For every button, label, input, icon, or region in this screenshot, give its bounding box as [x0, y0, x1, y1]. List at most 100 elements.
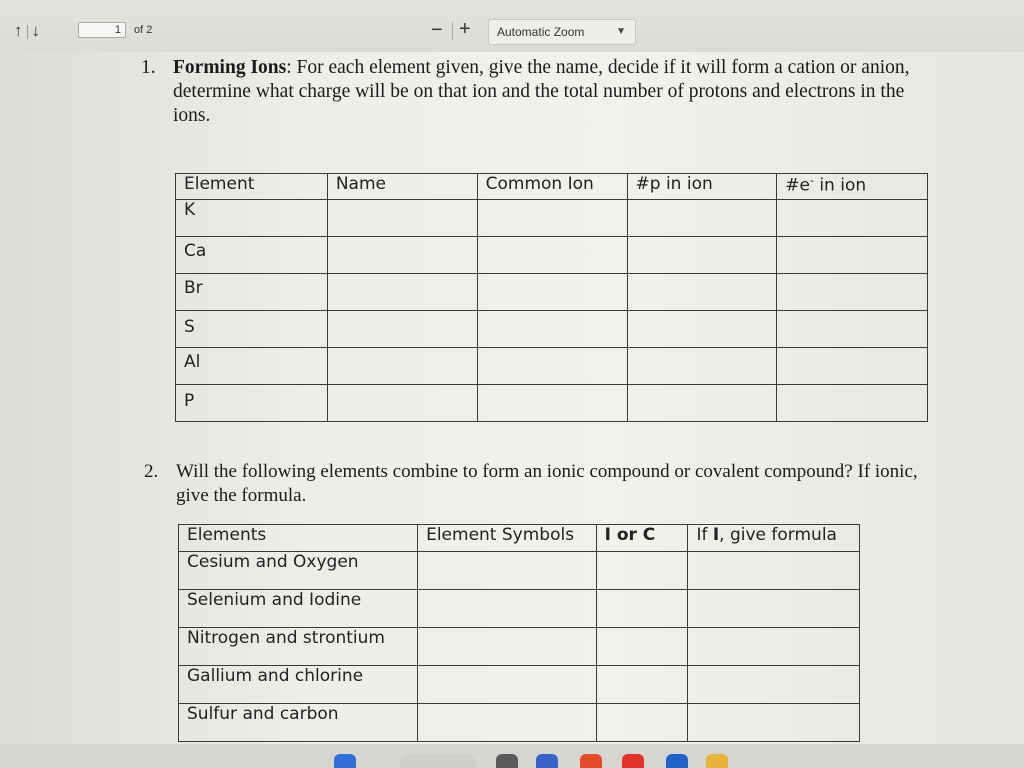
blank-cell[interactable]	[476, 310, 628, 348]
task-view-icon[interactable]	[496, 754, 518, 768]
header-formula: If I, give formula	[687, 524, 860, 552]
browser-icon[interactable]	[622, 754, 644, 768]
table-row: P	[175, 384, 928, 422]
app-icon[interactable]	[536, 754, 558, 768]
blank-cell[interactable]	[476, 236, 628, 274]
blank-cell[interactable]	[595, 703, 689, 742]
elements-cell: Sulfur and carbon	[177, 703, 419, 742]
blank-cell[interactable]	[326, 310, 478, 348]
blank-cell[interactable]	[626, 347, 778, 385]
blank-cell[interactable]	[476, 199, 628, 237]
table-row: Br	[175, 273, 928, 311]
question-1-title: Forming Ions	[173, 57, 287, 78]
element-cell: K	[175, 199, 328, 237]
nav-divider	[26, 24, 28, 39]
question-2-number: 2.	[144, 461, 159, 482]
zoom-select-value: Automatic Zoom	[497, 25, 585, 39]
elements-cell: Selenium and Iodine	[177, 589, 419, 628]
table-header-row: Elements Element Symbols I or C If I, gi…	[177, 524, 860, 552]
chrome-icon[interactable]	[580, 754, 602, 768]
question-2-text: Will the following elements combine to f…	[176, 461, 918, 506]
table-row: Nitrogen and strontium	[177, 627, 860, 666]
blank-cell[interactable]	[626, 384, 778, 422]
elements-cell: Gallium and chlorine	[177, 665, 419, 704]
blank-cell[interactable]	[476, 384, 628, 422]
header-formula-suffix: , give formula	[719, 525, 837, 545]
blank-cell[interactable]	[595, 551, 689, 590]
blank-cell[interactable]	[776, 310, 928, 348]
blank-cell[interactable]	[687, 703, 860, 742]
blank-cell[interactable]	[417, 627, 597, 666]
zoom-divider	[452, 22, 453, 40]
blank-cell[interactable]	[626, 236, 778, 274]
header-name: Name	[326, 173, 478, 200]
blank-cell[interactable]	[776, 347, 928, 385]
blank-cell[interactable]	[326, 384, 478, 422]
pdf-toolbar: ↑ ↓ 1 of 2 − + Automatic Zoom ▼	[0, 0, 1024, 53]
blank-cell[interactable]	[687, 665, 860, 704]
question-1-text: Forming Ions: For each element given, gi…	[173, 56, 921, 128]
elements-cell: Cesium and Oxygen	[177, 551, 419, 590]
blank-cell[interactable]	[476, 347, 628, 385]
question-2: 2. Will the following elements combine t…	[144, 460, 934, 508]
blank-cell[interactable]	[626, 310, 778, 348]
blank-cell[interactable]	[776, 384, 928, 422]
blank-cell[interactable]	[595, 589, 689, 628]
table-row: Gallium and chlorine	[177, 665, 860, 704]
blank-cell[interactable]	[687, 551, 860, 590]
zoom-out-button[interactable]: −	[431, 20, 443, 40]
blank-cell[interactable]	[626, 199, 778, 237]
start-icon[interactable]	[334, 754, 356, 768]
page-number-input[interactable]: 1	[78, 22, 126, 38]
header-protons: #p in ion	[626, 173, 778, 200]
blank-cell[interactable]	[326, 273, 478, 311]
zoom-in-button[interactable]: +	[459, 19, 471, 39]
header-electrons-suffix: in ion	[813, 175, 867, 196]
page-nav: ↑ ↓	[14, 21, 44, 41]
table-row: Sulfur and carbon	[177, 703, 860, 742]
blank-cell[interactable]	[326, 236, 478, 274]
search-bar[interactable]	[400, 754, 476, 768]
header-common-ion: Common Ion	[476, 173, 628, 200]
blank-cell[interactable]	[626, 273, 778, 311]
mail-icon[interactable]	[666, 754, 688, 768]
table-row: Selenium and Iodine	[177, 589, 860, 628]
blank-cell[interactable]	[776, 273, 928, 311]
table-row: Ca	[175, 236, 928, 274]
header-i-or-c: I or C	[595, 524, 689, 552]
blank-cell[interactable]	[417, 665, 597, 704]
element-cell: Br	[175, 273, 328, 311]
table-row: Al	[175, 347, 928, 385]
blank-cell[interactable]	[687, 589, 860, 628]
ions-table: Element Name Common Ion #p in ion #e- in…	[175, 173, 928, 422]
table-row: K	[175, 199, 928, 237]
blank-cell[interactable]	[595, 665, 689, 704]
blank-cell[interactable]	[776, 236, 928, 274]
document-page: 1. Forming Ions: For each element given,…	[0, 52, 1024, 768]
header-element: Element	[175, 173, 328, 200]
compounds-table: Elements Element Symbols I or C If I, gi…	[177, 524, 860, 742]
down-arrow-icon[interactable]: ↓	[32, 21, 41, 40]
blank-cell[interactable]	[776, 199, 928, 237]
taskbar	[0, 744, 1024, 768]
header-electrons-prefix: #e	[785, 175, 810, 196]
zoom-select[interactable]: Automatic Zoom ▼	[488, 19, 636, 45]
blank-cell[interactable]	[326, 199, 478, 237]
element-cell: S	[175, 310, 328, 348]
blank-cell[interactable]	[417, 703, 597, 742]
table-row: S	[175, 310, 928, 348]
blank-cell[interactable]	[687, 627, 860, 666]
elements-cell: Nitrogen and strontium	[177, 627, 419, 666]
folder-icon[interactable]	[706, 754, 728, 768]
header-electrons: #e- in ion	[776, 173, 928, 200]
blank-cell[interactable]	[595, 627, 689, 666]
element-cell: P	[175, 384, 328, 422]
up-arrow-icon[interactable]: ↑	[14, 21, 23, 40]
blank-cell[interactable]	[326, 347, 478, 385]
question-1: 1. Forming Ions: For each element given,…	[141, 56, 921, 128]
question-1-number: 1.	[141, 57, 156, 78]
blank-cell[interactable]	[417, 551, 597, 590]
blank-cell[interactable]	[476, 273, 628, 311]
table-row: Cesium and Oxygen	[177, 551, 860, 590]
blank-cell[interactable]	[417, 589, 597, 628]
